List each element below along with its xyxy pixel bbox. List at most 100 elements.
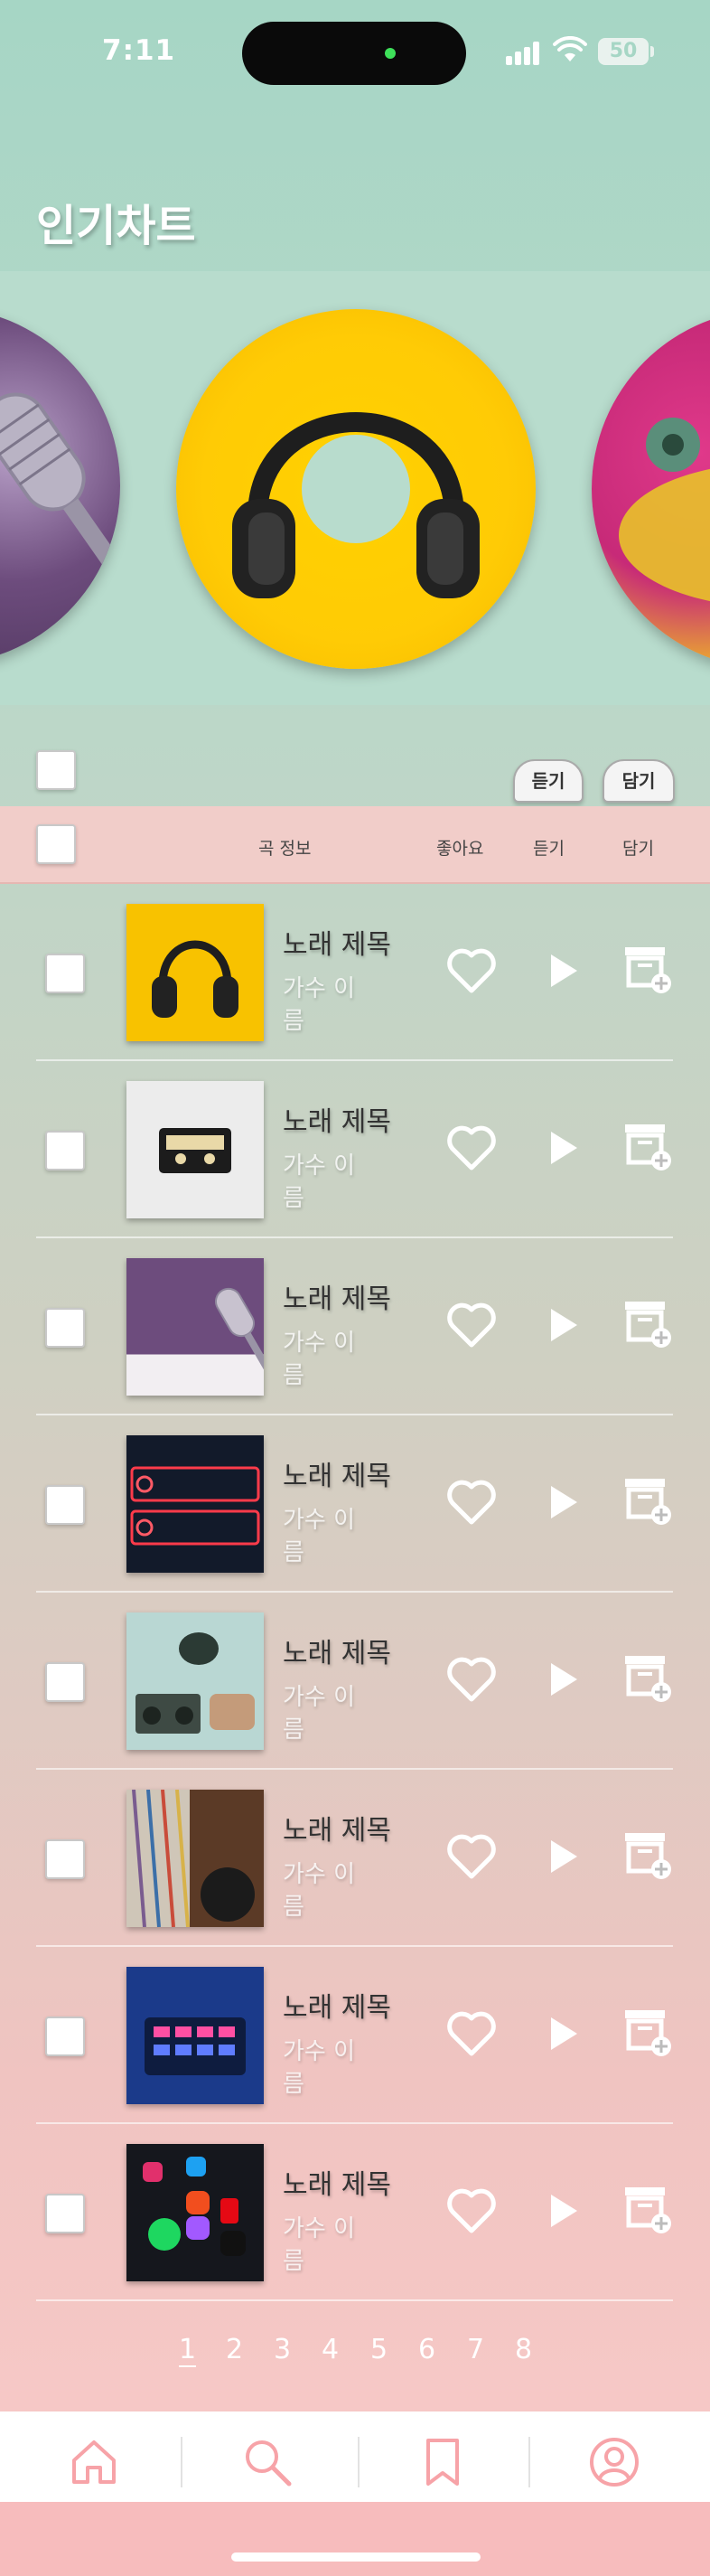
page-8[interactable]: 8 [515,2334,532,2365]
cover-boombox[interactable] [126,1612,264,1750]
song-title[interactable]: 노래 제목 [283,1453,391,1493]
artist-name[interactable]: 가수 이름 [283,1150,364,1215]
table-row[interactable]: 노래 제목 가수 이름 [36,884,673,1061]
play-icon[interactable] [547,2015,580,2053]
play-icon[interactable] [547,1129,580,1167]
artist-name[interactable]: 가수 이름 [283,1504,364,1569]
add-to-playlist-icon[interactable] [623,2184,672,2234]
page-4[interactable]: 4 [322,2334,339,2365]
add-to-playlist-icon[interactable] [623,2007,672,2057]
page-6[interactable]: 6 [418,2334,435,2365]
neon-sign-icon [130,1466,260,1546]
app-icons-icon [143,2157,246,2256]
play-icon[interactable] [547,1306,580,1344]
artist-name[interactable]: 가수 이름 [283,2035,364,2101]
page-7[interactable]: 7 [467,2334,484,2365]
song-title[interactable]: 노래 제목 [283,2162,391,2202]
vinyl-icon [619,418,710,602]
song-title[interactable]: 노래 제목 [283,922,391,962]
page-5[interactable]: 5 [370,2334,388,2365]
play-icon[interactable] [547,1838,580,1876]
chart-carousel[interactable] [0,271,710,705]
signal-icon [506,42,542,65]
like-heart-icon[interactable] [446,1833,497,1880]
add-to-playlist-icon[interactable] [623,1652,672,1703]
like-heart-icon[interactable] [446,1124,497,1171]
page-1[interactable]: 1 [179,2334,197,2367]
table-row[interactable]: 노래 제목 가수 이름 [36,1238,673,1415]
song-title[interactable]: 노래 제목 [283,1808,391,1847]
row-checkbox[interactable] [45,1839,85,1879]
home-indicator[interactable] [231,2552,481,2562]
cover-app-icons[interactable] [126,2144,264,2281]
like-heart-icon[interactable] [446,2010,497,2057]
row-checkbox[interactable] [45,1485,85,1525]
header-checkbox[interactable] [36,824,76,864]
table-row[interactable]: 노래 제목 가수 이름 [36,1061,673,1238]
dynamic-island [242,22,466,85]
artist-name[interactable]: 가수 이름 [283,1327,364,1392]
row-checkbox[interactable] [45,1131,85,1170]
artist-name[interactable]: 가수 이름 [283,1681,364,1746]
like-heart-icon[interactable] [446,1656,497,1703]
nav-divider [181,2437,182,2487]
save-selected-button[interactable]: 담기 [603,759,675,803]
cover-microphone[interactable] [126,1258,264,1396]
select-all-checkbox[interactable] [36,750,76,790]
records-icon [126,1790,255,1927]
like-heart-icon[interactable] [446,1479,497,1526]
header-save: 담기 [622,839,654,859]
song-title[interactable]: 노래 제목 [283,1099,391,1139]
artist-name[interactable]: 가수 이름 [283,973,364,1038]
add-to-playlist-icon[interactable] [623,1475,672,1526]
status-bar: 7:11 50 [0,0,710,108]
cassette-icon [159,1128,231,1173]
carousel-cover-vinyl[interactable] [592,309,710,669]
page-3[interactable]: 3 [274,2334,291,2365]
add-to-playlist-icon[interactable] [623,1829,672,1880]
cover-neon-sign[interactable] [126,1435,264,1573]
boombox-icon [135,1632,255,1734]
bookmark-icon[interactable] [417,2437,468,2487]
add-to-playlist-icon[interactable] [623,944,672,994]
like-heart-icon[interactable] [446,1302,497,1349]
play-icon[interactable] [547,1483,580,1521]
row-checkbox[interactable] [45,954,85,993]
cover-cassette[interactable] [126,1081,264,1218]
home-icon[interactable] [69,2437,119,2487]
play-icon[interactable] [547,1660,580,1698]
cover-records[interactable] [126,1790,264,1927]
song-title[interactable]: 노래 제목 [283,1631,391,1670]
page-2[interactable]: 2 [226,2334,243,2365]
row-checkbox[interactable] [45,1662,85,1702]
carousel-cover-microphone[interactable] [0,307,120,664]
add-to-playlist-icon[interactable] [623,1121,672,1171]
song-title[interactable]: 노래 제목 [283,1985,391,2025]
header-like: 좋아요 [436,839,484,859]
bulk-actions: 듣기 담기 [0,705,710,806]
like-heart-icon[interactable] [446,2187,497,2234]
row-checkbox[interactable] [45,2194,85,2233]
song-title[interactable]: 노래 제목 [283,1276,391,1316]
carousel-cover-headphones[interactable] [176,309,536,669]
table-row[interactable]: 노래 제목 가수 이름 [36,1593,673,1770]
table-row[interactable]: 노래 제목 가수 이름 [36,2124,673,2301]
search-icon[interactable] [242,2437,293,2487]
cover-launchpad[interactable] [126,1967,264,2104]
like-heart-icon[interactable] [446,947,497,994]
play-icon[interactable] [547,952,580,990]
table-row[interactable]: 노래 제목 가수 이름 [36,1770,673,1947]
add-to-playlist-icon[interactable] [623,1298,672,1349]
row-checkbox[interactable] [45,1308,85,1348]
status-time: 7:11 [102,34,176,67]
page-title: 인기차트 [36,201,196,251]
listen-selected-button[interactable]: 듣기 [513,759,584,803]
artist-name[interactable]: 가수 이름 [283,1858,364,1923]
row-checkbox[interactable] [45,2017,85,2056]
play-icon[interactable] [547,2192,580,2230]
artist-name[interactable]: 가수 이름 [283,2213,364,2278]
table-row[interactable]: 노래 제목 가수 이름 [36,1415,673,1593]
cover-headphones[interactable] [126,904,264,1041]
table-row[interactable]: 노래 제목 가수 이름 [36,1947,673,2124]
profile-icon[interactable] [589,2437,640,2487]
